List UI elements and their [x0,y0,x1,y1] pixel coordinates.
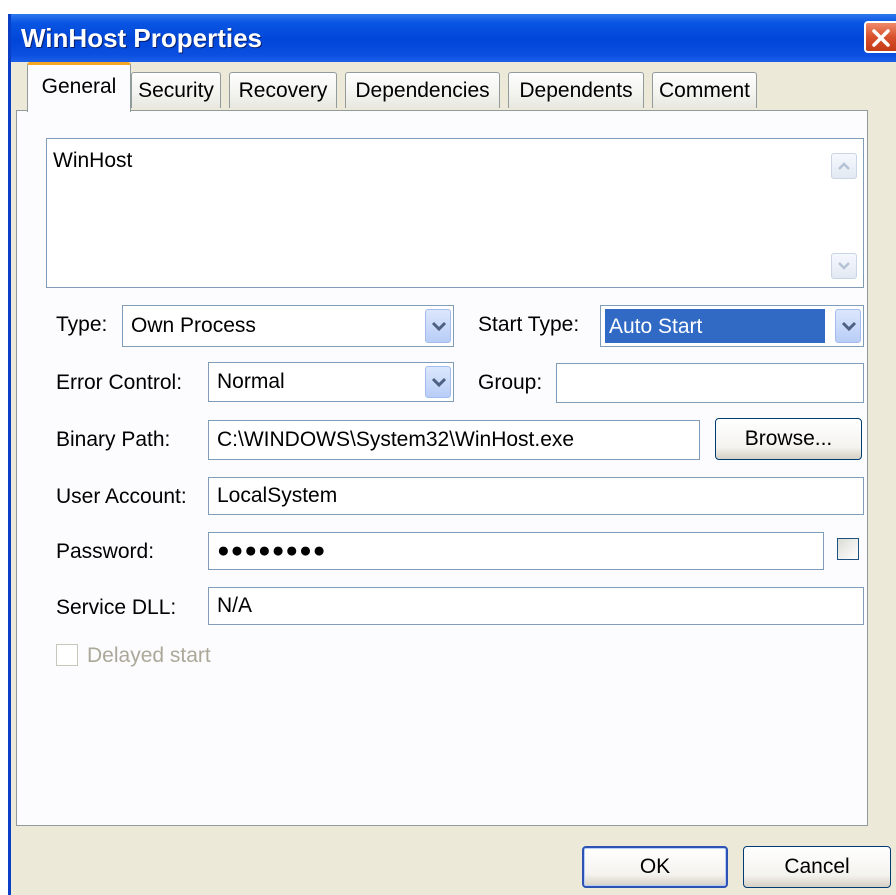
delayed-start-label: Delayed start [87,644,211,667]
chevron-down-icon [431,321,447,331]
password-label: Password: [56,540,155,563]
browse-button-label: Browse... [744,427,833,450]
show-password-checkbox[interactable] [837,538,859,560]
start-type-select-value: Auto Start [605,309,825,343]
browse-button[interactable]: Browse... [715,418,862,460]
cancel-button[interactable]: Cancel [743,846,891,888]
binary-path-value: C:\WINDOWS\System32\WinHost.exe [217,428,575,451]
start-type-dropdown-button[interactable] [835,309,861,343]
tab-label: Dependencies [355,79,490,102]
tab-recovery[interactable]: Recovery [229,72,337,108]
binary-path-label: Binary Path: [56,428,171,451]
cancel-button-label: Cancel [784,855,850,878]
password-value: ●●●●●●●● [217,539,327,562]
title-bar[interactable]: WinHost Properties [11,14,896,62]
close-button[interactable] [864,21,896,53]
tab-label: Comment [658,79,751,102]
chevron-down-icon [841,321,857,331]
scroll-down-icon [838,262,850,270]
chevron-down-icon [431,377,447,387]
window-title: WinHost Properties [21,23,263,53]
user-account-input[interactable]: LocalSystem [208,477,864,515]
scroll-up-button[interactable] [831,153,857,179]
tab-dependents[interactable]: Dependents [508,72,644,108]
type-dropdown-button[interactable] [425,309,451,343]
user-account-value: LocalSystem [217,484,338,507]
password-input[interactable]: ●●●●●●●● [208,532,824,570]
tab-comment[interactable]: Comment [652,72,757,108]
service-dll-label: Service DLL: [56,596,177,619]
tab-dependencies[interactable]: Dependencies [345,72,500,108]
scroll-up-icon [838,162,850,170]
scroll-down-button[interactable] [831,253,857,279]
error-control-dropdown-button[interactable] [425,366,451,398]
close-icon [872,29,890,47]
service-dll-input[interactable]: N/A [208,587,864,625]
delayed-start-checkbox[interactable] [56,644,78,666]
type-select[interactable]: Own Process [122,305,454,347]
description-textarea[interactable]: WinHost [46,138,864,288]
error-control-label: Error Control: [56,371,183,394]
tab-label: Recovery [238,79,328,102]
tab-label: Dependents [519,79,633,102]
user-account-label: User Account: [56,485,187,508]
binary-path-input[interactable]: C:\WINDOWS\System32\WinHost.exe [208,420,700,460]
tab-security[interactable]: Security [131,72,221,108]
error-control-select-value: Normal [217,370,285,393]
group-label: Group: [478,371,543,394]
ok-button-label: OK [639,855,671,878]
type-select-value: Own Process [131,314,256,337]
error-control-select[interactable]: Normal [208,362,454,402]
service-dll-value: N/A [217,594,253,617]
tab-general[interactable]: General [27,62,131,112]
group-input[interactable] [556,363,864,403]
ok-button[interactable]: OK [582,846,728,888]
tab-label: Security [138,79,214,102]
start-type-label: Start Type: [478,313,580,336]
start-type-select[interactable]: Auto Start [600,305,864,347]
tab-label: General [41,75,117,98]
description-text: WinHost [53,149,133,172]
type-label: Type: [56,313,108,336]
